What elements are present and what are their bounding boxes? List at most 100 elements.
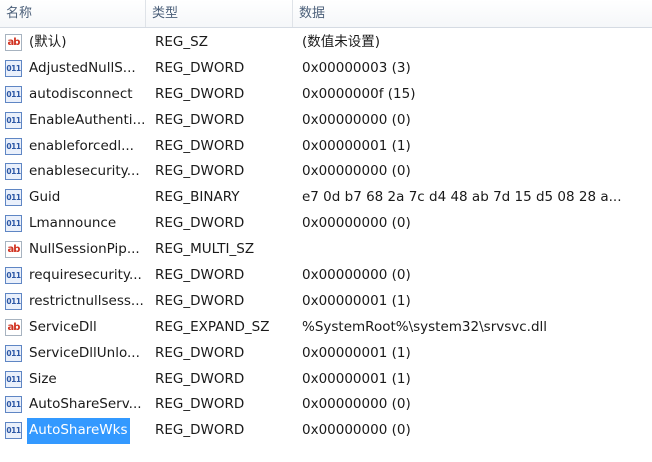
value-data: 0x00000000 (0)	[302, 215, 411, 232]
registry-value-row[interactable]: ab ServiceDll REG_EXPAND_SZ %SystemRoot%\sy…	[0, 315, 652, 341]
value-name: EnableAuthenti...	[29, 111, 145, 128]
value-data: 0x00000001 (1)	[302, 137, 411, 154]
value-name: Lmannounce	[29, 215, 117, 232]
value-name: ServiceDllUnlo...	[29, 344, 140, 361]
registry-value-row[interactable]: 011 enableforcedl... REG_DWORD 0x00000001 (…	[0, 134, 652, 160]
value-name-cell: 011 Lmannounce	[5, 211, 145, 237]
value-name: Size	[29, 370, 57, 387]
binary-value-icon: 011	[5, 344, 22, 362]
value-type: REG_DWORD	[155, 370, 245, 387]
registry-value-row[interactable]: 011 restrictnullsess... REG_DWORD 0x0000000…	[0, 289, 652, 315]
binary-value-icon: 011	[5, 396, 22, 414]
value-data: 0x0000000f (15)	[302, 85, 416, 102]
column-header-name[interactable]: 名称	[0, 0, 146, 27]
binary-value-icon: 011	[5, 163, 22, 181]
value-type: REG_DWORD	[155, 137, 245, 154]
value-name-cell: ab ServiceDll	[5, 315, 145, 341]
value-name: AutoShareServ...	[29, 396, 142, 413]
binary-value-icon: 011	[5, 137, 22, 155]
registry-value-row[interactable]: 011 Lmannounce REG_DWORD 0x00000000 (0)	[0, 211, 652, 237]
binary-value-icon: 011	[5, 85, 22, 103]
value-data	[302, 237, 648, 263]
value-type: REG_DWORD	[155, 59, 245, 76]
value-type: REG_SZ	[155, 34, 208, 50]
value-data: 0x00000000 (0)	[302, 111, 411, 128]
binary-value-icon: 011	[5, 422, 22, 440]
binary-value-icon: 011	[5, 267, 22, 285]
value-type: REG_DWORD	[155, 344, 245, 361]
string-value-icon: ab	[5, 318, 22, 336]
registry-value-row[interactable]: ab (默认) REG_SZ (数值未设置)	[0, 30, 652, 56]
value-name-cell: 011 autodisconnect	[5, 82, 145, 108]
registry-value-row[interactable]: ab NullSessionPip... REG_MULTI_SZ	[0, 237, 652, 263]
value-data: 0x00000003 (3)	[302, 59, 411, 76]
value-type: REG_DWORD	[155, 85, 245, 102]
value-name: NullSessionPip...	[29, 241, 140, 258]
binary-value-icon: 011	[5, 215, 22, 233]
value-name: enablesecurity...	[29, 163, 140, 180]
value-data: 0x00000001 (1)	[302, 370, 411, 387]
value-type: REG_DWORD	[155, 396, 245, 413]
value-name-cell: 011 Size	[5, 367, 145, 393]
registry-value-row[interactable]: 011 AutoShareServ... REG_DWORD 0x00000000 (…	[0, 392, 652, 418]
value-name: enableforcedl...	[29, 137, 134, 154]
registry-value-row[interactable]: 011 autodisconnect REG_DWORD 0x0000000f (15…	[0, 82, 652, 108]
registry-value-row[interactable]: 011 Guid REG_BINARY e7 0d b7 68 2a 7c d4 48…	[0, 185, 652, 211]
value-name-cell: 011 AutoShareWks	[5, 418, 145, 445]
registry-value-row[interactable]: 011 enablesecurity... REG_DWORD 0x00000000 …	[0, 159, 652, 185]
value-name: requiresecurity...	[29, 267, 142, 284]
value-name: AdjustedNullS...	[29, 59, 136, 76]
value-name-cell: 011 enablesecurity...	[5, 159, 145, 185]
value-name-cell: 011 AutoShareServ...	[5, 392, 145, 418]
value-type: REG_DWORD	[155, 292, 245, 309]
registry-value-list: ab (默认) REG_SZ (数值未设置) 011 AdjustedNullS... RE…	[0, 30, 652, 445]
registry-value-row[interactable]: 011 AutoShareWks REG_DWORD 0x00000000 (0)	[0, 418, 652, 445]
value-name: AutoShareWks	[27, 418, 130, 445]
value-data: e7 0d b7 68 2a 7c d4 48 ab 7d 15 d5 08 2…	[302, 189, 622, 206]
value-name: (默认)	[29, 34, 67, 50]
column-header-type[interactable]: 类型	[146, 0, 293, 27]
binary-value-icon: 011	[5, 59, 22, 77]
registry-value-row[interactable]: 011 requiresecurity... REG_DWORD 0x00000000…	[0, 263, 652, 289]
value-type: REG_DWORD	[155, 215, 245, 232]
value-name-cell: 011 restrictnullsess...	[5, 289, 145, 315]
value-name-cell: 011 ServiceDllUnlo...	[5, 341, 145, 367]
value-name-cell: 011 AdjustedNullS...	[5, 56, 145, 82]
value-data: 0x00000000 (0)	[302, 267, 411, 284]
binary-value-icon: 011	[5, 370, 22, 388]
value-name-cell: ab (默认)	[5, 30, 145, 56]
value-data: (数值未设置)	[302, 34, 381, 50]
value-name-cell: 011 enableforcedl...	[5, 134, 145, 160]
registry-value-row[interactable]: 011 Size REG_DWORD 0x00000001 (1)	[0, 367, 652, 393]
value-name: restrictnullsess...	[29, 292, 144, 309]
value-type: REG_DWORD	[155, 422, 245, 439]
string-value-icon: ab	[5, 34, 22, 51]
binary-value-icon: 011	[5, 189, 22, 207]
value-data: 0x00000000 (0)	[302, 396, 411, 413]
value-type: REG_EXPAND_SZ	[155, 318, 270, 335]
registry-value-row[interactable]: 011 EnableAuthenti... REG_DWORD 0x00000000 …	[0, 108, 652, 134]
value-name-cell: 011 Guid	[5, 185, 145, 211]
value-name: Guid	[29, 189, 61, 206]
binary-value-icon: 011	[5, 111, 22, 129]
value-data: %SystemRoot%\system32\srvsvc.dll	[302, 318, 548, 335]
binary-value-icon: 011	[5, 292, 22, 310]
value-name-cell: 011 EnableAuthenti...	[5, 108, 145, 134]
value-name-cell: 011 requiresecurity...	[5, 263, 145, 289]
value-type: REG_BINARY	[155, 189, 240, 206]
value-type: REG_DWORD	[155, 163, 245, 180]
value-data: 0x00000001 (1)	[302, 292, 411, 309]
string-value-icon: ab	[5, 241, 22, 259]
value-type: REG_MULTI_SZ	[155, 241, 255, 258]
value-name-cell: ab NullSessionPip...	[5, 237, 145, 263]
column-header: 名称 类型 数据	[0, 0, 652, 28]
value-name: autodisconnect	[29, 85, 133, 102]
registry-value-row[interactable]: 011 ServiceDllUnlo... REG_DWORD 0x00000001 …	[0, 341, 652, 367]
value-data: 0x00000000 (0)	[302, 163, 411, 180]
value-type: REG_DWORD	[155, 267, 245, 284]
column-header-data[interactable]: 数据	[293, 0, 652, 27]
value-type: REG_DWORD	[155, 111, 245, 128]
value-data: 0x00000000 (0)	[302, 422, 411, 439]
registry-value-row[interactable]: 011 AdjustedNullS... REG_DWORD 0x00000003 (…	[0, 56, 652, 82]
value-data: 0x00000001 (1)	[302, 344, 411, 361]
